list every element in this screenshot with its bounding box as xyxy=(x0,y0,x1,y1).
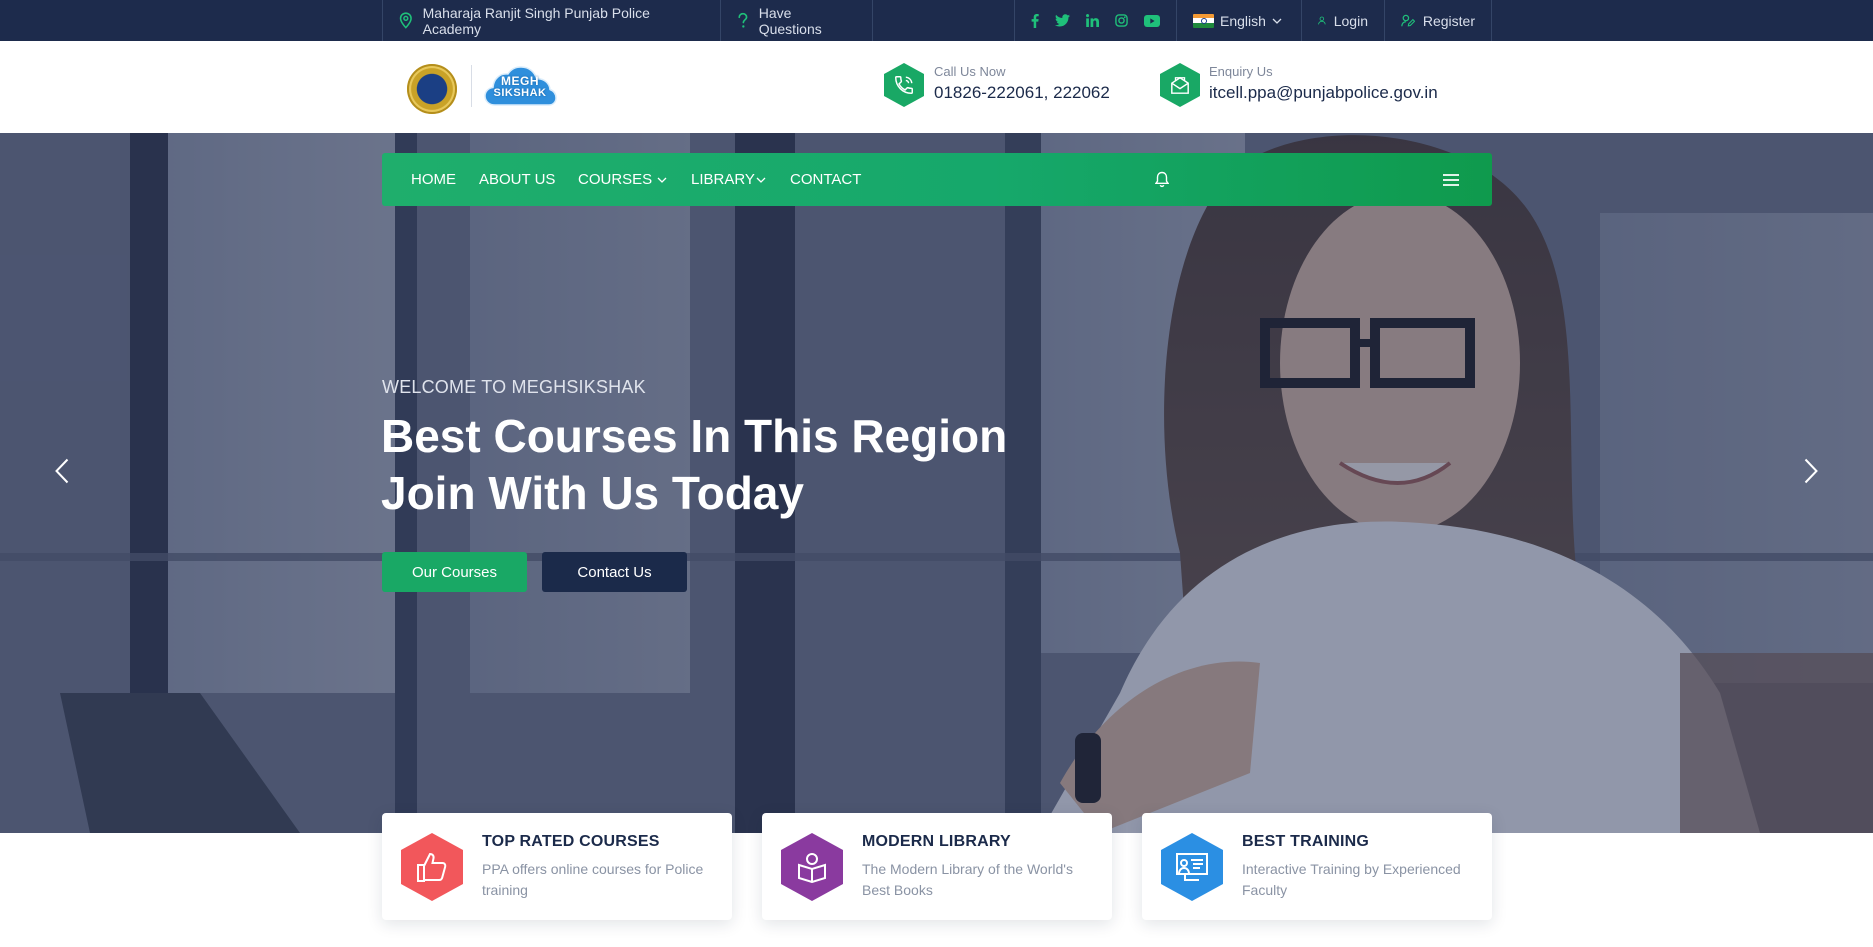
enquiry-label: Enquiry Us xyxy=(1209,64,1273,79)
nav-contact[interactable]: CONTACT xyxy=(790,153,861,206)
have-questions-text: Have Questions xyxy=(758,4,822,37)
user-edit-icon xyxy=(1401,14,1415,27)
chevron-down-icon xyxy=(756,177,766,183)
call-us-number[interactable]: 01826-222061, 222062 xyxy=(934,83,1110,103)
presentation-board-icon xyxy=(1161,833,1223,901)
facebook-icon[interactable] xyxy=(1031,13,1039,28)
feature-card-modern-library[interactable]: MODERN LIBRARY The Modern Library of the… xyxy=(762,813,1112,920)
hero-headline-line1: Best Courses In This Region xyxy=(381,410,1008,462)
logo-text-sikshak: SIKSHAK xyxy=(493,87,547,99)
logo-divider xyxy=(471,65,472,107)
feature-title: TOP RATED COURSES xyxy=(482,833,660,850)
location-pin-icon xyxy=(399,12,412,29)
chevron-down-icon xyxy=(657,177,667,183)
meghsikshak-logo[interactable]: MEGH SIKSHAK xyxy=(483,65,557,109)
india-flag-icon xyxy=(1193,13,1214,28)
feature-title: BEST TRAINING xyxy=(1242,833,1370,850)
chevron-left-icon xyxy=(55,458,69,484)
address-link[interactable]: Maharaja Ranjit Singh Punjab Police Acad… xyxy=(382,0,720,41)
nav-home-label: HOME xyxy=(411,171,456,188)
youtube-icon[interactable] xyxy=(1144,14,1160,27)
logo-text-megh: MEGH xyxy=(501,74,539,88)
address-text: Maharaja Ranjit Singh Punjab Police Acad… xyxy=(422,4,650,37)
hero-eyebrow: WELCOME TO MEGHSIKSHAK xyxy=(382,377,646,397)
social-links xyxy=(1014,0,1176,41)
envelope-icon xyxy=(1160,63,1200,107)
phone-icon xyxy=(884,63,924,107)
chevron-down-icon xyxy=(1272,18,1282,24)
nav-courses-label: COURSES xyxy=(578,171,653,188)
feature-description: PPA offers online courses for Police tra… xyxy=(482,861,704,898)
thumbs-up-icon xyxy=(401,833,463,901)
our-courses-button[interactable]: Our Courses xyxy=(382,552,527,592)
top-bar: Maharaja Ranjit Singh Punjab Police Acad… xyxy=(0,0,1873,41)
feature-title: MODERN LIBRARY xyxy=(862,833,1011,850)
language-label: English xyxy=(1220,12,1266,29)
have-questions-link[interactable]: Have Questions xyxy=(720,0,873,41)
nav-library-label: LIBRARY xyxy=(691,171,755,188)
register-link[interactable]: Register xyxy=(1384,0,1492,41)
reading-book-icon xyxy=(781,833,843,901)
feature-description: The Modern Library of the World's Best B… xyxy=(862,861,1073,898)
nav-home[interactable]: HOME xyxy=(411,153,456,206)
login-label: Login xyxy=(1333,12,1368,29)
user-icon xyxy=(1318,16,1326,25)
nav-about-us[interactable]: ABOUT US xyxy=(479,153,555,206)
linkedin-icon[interactable] xyxy=(1086,14,1099,27)
instagram-icon[interactable] xyxy=(1115,14,1128,27)
nav-courses[interactable]: COURSES xyxy=(578,153,667,206)
feature-card-best-training[interactable]: BEST TRAINING Interactive Training by Ex… xyxy=(1142,813,1492,920)
academy-emblem-logo[interactable] xyxy=(407,64,457,114)
hero-headline-line2: Join With Us Today xyxy=(381,467,804,519)
twitter-icon[interactable] xyxy=(1055,14,1070,27)
slider-next-arrow[interactable] xyxy=(1799,455,1823,487)
nav-contact-label: CONTACT xyxy=(790,171,862,188)
hamburger-menu-icon[interactable] xyxy=(1443,153,1459,206)
hero-headline: Best Courses In This Region Join With Us… xyxy=(381,408,1007,522)
contact-us-button[interactable]: Contact Us xyxy=(542,552,687,592)
chevron-right-icon xyxy=(1804,458,1818,484)
call-us-label: Call Us Now xyxy=(934,64,1006,79)
question-icon xyxy=(738,12,748,28)
language-selector[interactable]: English xyxy=(1176,0,1301,41)
nav-library[interactable]: LIBRARY xyxy=(691,153,766,206)
site-header: MEGH SIKSHAK Call Us Now 01826-222061, 2… xyxy=(0,41,1873,133)
login-link[interactable]: Login xyxy=(1301,0,1384,41)
register-label: Register xyxy=(1422,12,1475,29)
feature-card-top-rated-courses[interactable]: TOP RATED COURSES PPA offers online cour… xyxy=(382,813,732,920)
nav-about-label: ABOUT US xyxy=(479,171,556,188)
notification-bell-icon[interactable] xyxy=(1155,153,1169,206)
slider-prev-arrow[interactable] xyxy=(50,455,74,487)
enquiry-email[interactable]: itcell.ppa@punjabpolice.gov.in xyxy=(1209,83,1438,103)
feature-description: Interactive Training by Experienced Facu… xyxy=(1242,861,1461,898)
main-navbar: HOME ABOUT US COURSES LIBRARY CONTACT xyxy=(382,153,1492,206)
